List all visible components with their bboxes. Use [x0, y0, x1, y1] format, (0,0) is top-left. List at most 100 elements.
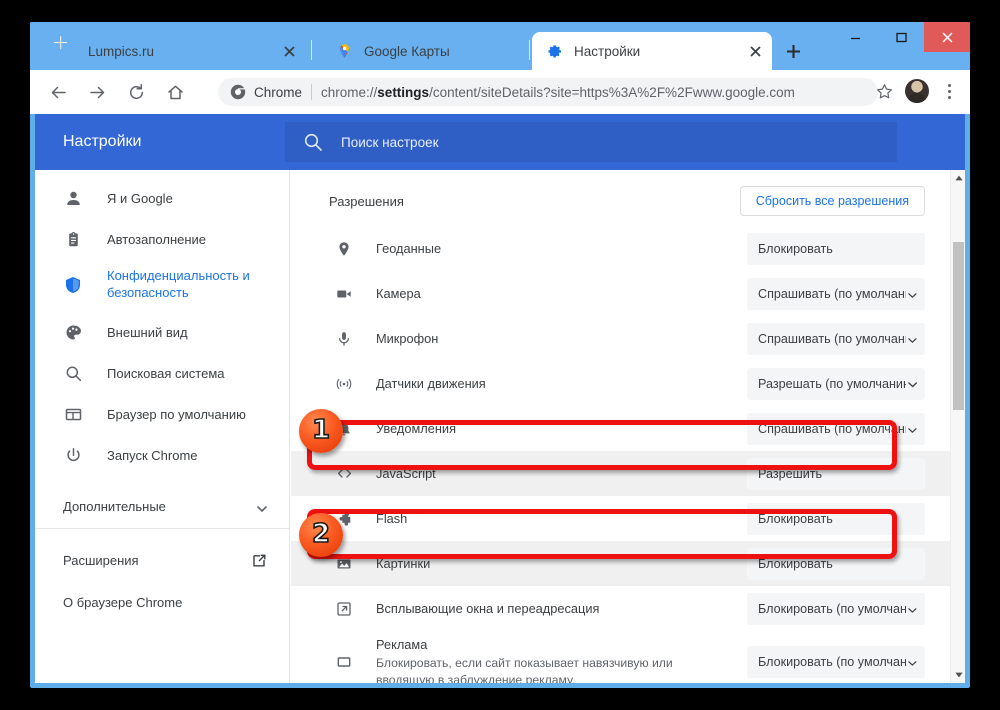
browser-window-icon: [63, 404, 83, 424]
search-input[interactable]: Поиск настроек: [285, 122, 897, 162]
chevron-down-icon: [908, 657, 917, 667]
permission-select[interactable]: Блокировать (по умолчанию): [747, 592, 925, 625]
permission-select[interactable]: Блокировать: [747, 547, 925, 580]
tab-title: Lumpics.ru: [88, 43, 155, 59]
screenshot-root: Lumpics.ru Google Карты Настройки Chrome…: [0, 0, 1000, 710]
sidebar-item-label: Запуск Chrome: [107, 448, 198, 463]
permission-select[interactable]: Блокировать: [747, 502, 925, 535]
section-title: Разрешения: [329, 193, 404, 209]
permission-value: Разрешать (по умолчанию): [758, 376, 906, 391]
permission-row-flash[interactable]: Flash Блокировать: [291, 496, 950, 541]
star-icon[interactable]: [870, 77, 898, 105]
permission-select[interactable]: Блокировать: [747, 232, 925, 265]
url-bold: settings: [377, 84, 430, 100]
tab-lumpics[interactable]: Lumpics.ru: [46, 32, 306, 70]
permission-label: Камера: [376, 285, 421, 301]
chevron-down-icon: [871, 244, 917, 254]
new-tab-button[interactable]: [778, 36, 808, 66]
image-icon: [334, 554, 354, 574]
permission-row-ads[interactable]: Реклама Блокировать, если сайт показывае…: [291, 631, 950, 683]
close-icon[interactable]: [280, 42, 298, 60]
permission-row-popups[interactable]: Всплывающие окна и переадресация Блокиро…: [291, 586, 950, 631]
permission-label: Датчики движения: [376, 375, 486, 391]
settings-header: Настройки Поиск настроек: [35, 114, 965, 170]
shield-icon: [63, 275, 83, 295]
sidebar-item-about-chrome[interactable]: О браузере Chrome: [35, 581, 289, 623]
chevron-down-icon: [871, 559, 917, 569]
permission-select[interactable]: Разрешать (по умолчанию): [747, 367, 925, 400]
home-icon[interactable]: [160, 77, 190, 107]
omnibox-chrome-label: Chrome: [254, 84, 303, 100]
permission-row-camera[interactable]: Камера Спрашивать (по умолчанию): [291, 271, 950, 316]
sidebar-divider: [35, 528, 289, 529]
permission-label: Картинки: [376, 555, 431, 571]
tab-settings[interactable]: Настройки: [532, 32, 772, 70]
settings-page: Настройки Поиск настроек Я и Google Авто…: [35, 114, 965, 683]
google-maps-pin-icon: [336, 43, 353, 60]
sidebar-item-default-browser[interactable]: Браузер по умолчанию: [35, 394, 289, 435]
forward-arrow-icon[interactable]: [82, 77, 112, 107]
sidebar-item-you-and-google[interactable]: Я и Google: [35, 178, 289, 219]
permission-select[interactable]: Спрашивать (по умолчанию): [747, 322, 925, 355]
scroll-up-icon[interactable]: [951, 170, 965, 186]
settings-sidebar: Я и Google Автозаполнение Конфиденциальн…: [35, 170, 290, 683]
permission-select[interactable]: Спрашивать (по умолчанию): [747, 412, 925, 445]
annotation-badge-1: 1: [299, 409, 343, 453]
reset-all-permissions-button[interactable]: Сбросить все разрешения: [739, 186, 925, 216]
permission-row-motion-sensors[interactable]: Датчики движения Разрешать (по умолчанию…: [291, 361, 950, 406]
permissions-header: Разрешения Сбросить все разрешения: [291, 170, 950, 226]
location-pin-icon: [334, 239, 354, 259]
permission-select[interactable]: Блокировать (по умолчанию): [747, 646, 925, 678]
address-bar[interactable]: Chrome chrome://settings/content/siteDet…: [218, 78, 878, 106]
orange-slice-icon: [60, 43, 77, 60]
camera-icon: [334, 284, 354, 304]
permission-value: Блокировать (по умолчанию): [758, 601, 907, 616]
permission-label: Микрофон: [376, 330, 439, 346]
palette-icon: [63, 322, 83, 342]
permission-row-notifications[interactable]: Уведомления Спрашивать (по умолчанию): [291, 406, 950, 451]
scroll-down-icon[interactable]: [951, 667, 965, 683]
power-icon: [63, 445, 83, 465]
sidebar-item-appearance[interactable]: Внешний вид: [35, 312, 289, 353]
search-placeholder: Поиск настроек: [341, 134, 439, 150]
clipboard-icon: [63, 229, 83, 249]
sidebar-item-autofill[interactable]: Автозаполнение: [35, 219, 289, 260]
permission-label: JavaScript: [376, 465, 436, 481]
annotation-badge-number: 2: [311, 519, 331, 549]
permission-row-images[interactable]: Картинки Блокировать: [291, 541, 950, 586]
page-scrollbar[interactable]: [950, 170, 965, 683]
chevron-down-icon: [908, 289, 917, 299]
scrollbar-thumb[interactable]: [953, 242, 964, 410]
permission-row-javascript[interactable]: JavaScript Разрешить: [291, 451, 950, 496]
chevron-down-icon: [908, 334, 917, 344]
sidebar-item-privacy-security[interactable]: Конфиденциальность и безопасность: [35, 260, 289, 312]
permission-select[interactable]: Спрашивать (по умолчанию): [747, 277, 925, 310]
chevron-down-icon: [908, 604, 917, 614]
chevron-down-icon: [257, 501, 267, 512]
permission-select[interactable]: Разрешить: [747, 457, 925, 490]
sidebar-item-search-engine[interactable]: Поисковая система: [35, 353, 289, 394]
toolbar-right-group: [870, 77, 962, 105]
permission-row-microphone[interactable]: Микрофон Спрашивать (по умолчанию): [291, 316, 950, 361]
chrome-logo-icon: [230, 84, 246, 100]
annotation-badge-number: 1: [311, 415, 331, 445]
page-title: Настройки: [63, 133, 142, 150]
reload-icon[interactable]: [121, 77, 151, 107]
code-brackets-icon: [334, 464, 354, 484]
minimize-icon[interactable]: [832, 22, 878, 52]
annotation-badge-2: 2: [299, 513, 343, 557]
sidebar-item-advanced[interactable]: Дополнительные: [35, 484, 289, 528]
permission-row-geolocation[interactable]: Геоданные Блокировать: [291, 226, 950, 271]
maximize-icon[interactable]: [878, 22, 924, 52]
permission-label: Всплывающие окна и переадресация: [376, 600, 600, 616]
avatar[interactable]: [905, 79, 929, 103]
three-dots-icon[interactable]: [936, 77, 962, 105]
search-icon: [63, 363, 83, 383]
back-arrow-icon[interactable]: [43, 77, 73, 107]
sidebar-item-extensions[interactable]: Расширения: [35, 539, 289, 581]
sidebar-item-startup-chrome[interactable]: Запуск Chrome: [35, 435, 289, 476]
close-icon[interactable]: [924, 22, 970, 52]
close-icon[interactable]: [746, 42, 764, 60]
chevron-down-icon: [907, 379, 917, 389]
permission-label: Flash: [376, 510, 408, 526]
